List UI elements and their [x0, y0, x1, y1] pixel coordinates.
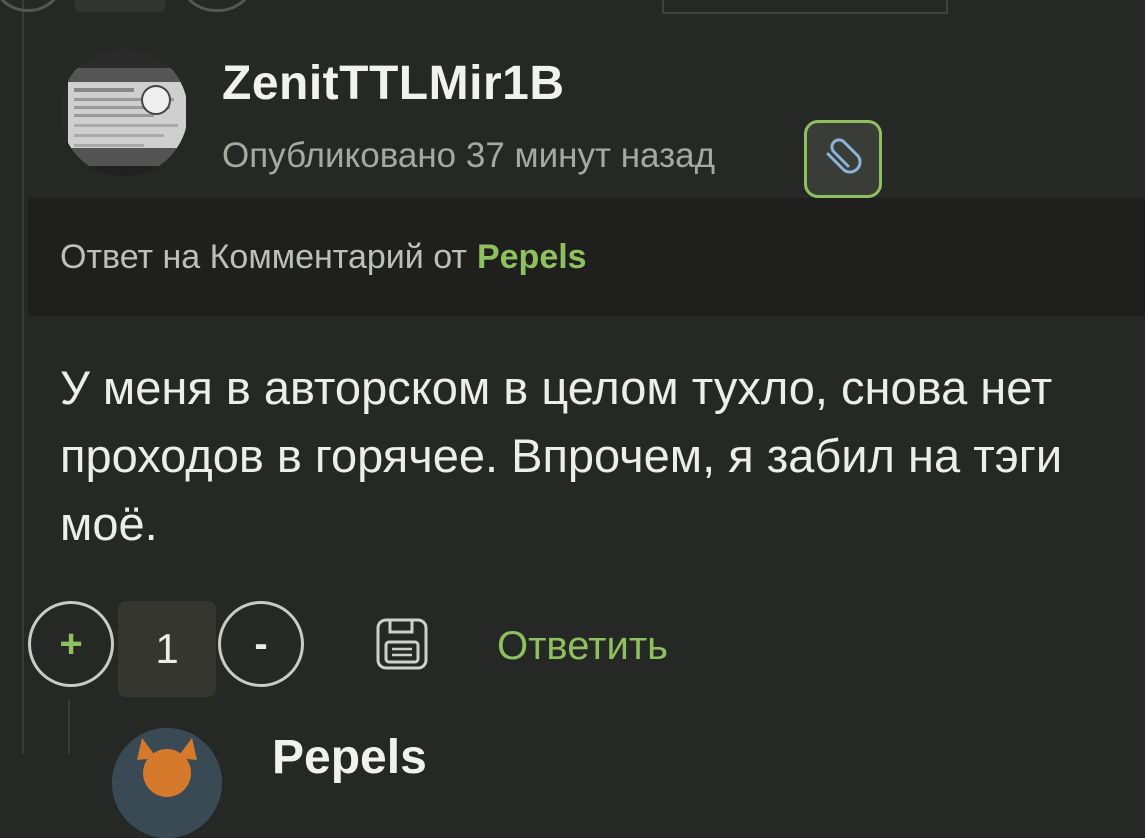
comment-rating: 1 [118, 601, 216, 697]
reply-button[interactable]: Ответить [497, 624, 668, 669]
previous-rating [75, 0, 165, 12]
nested-thread-line [68, 700, 70, 754]
minus-icon: - [254, 621, 268, 666]
thread-line [22, 0, 24, 754]
downvote-button[interactable]: - [218, 601, 304, 687]
attachment-icon [818, 132, 868, 187]
reply-to-prefix: Ответ на Комментарий от [60, 237, 467, 276]
comment-timestamp: Опубликовано 37 минут назад [222, 136, 716, 175]
plus-icon: + [59, 621, 83, 666]
previous-input-box[interactable] [662, 0, 948, 14]
reply-to-author[interactable]: Pepels [477, 238, 587, 277]
next-comment-avatar[interactable] [112, 728, 222, 838]
avatar[interactable] [60, 48, 188, 176]
save-icon [374, 618, 430, 676]
comment-author[interactable]: ZenitTTLMir1B [222, 56, 564, 111]
previous-minus-button[interactable] [176, 0, 258, 12]
comment-text: У меня в авторском в целом тухло, снова … [60, 361, 1063, 550]
reply-to-banner: Ответ на Комментарий от Pepels [28, 198, 1145, 316]
upvote-button[interactable]: + [28, 601, 114, 687]
next-comment-author[interactable]: Pepels [272, 730, 427, 785]
attachment-button[interactable] [804, 120, 882, 198]
previous-plus-button[interactable] [0, 0, 66, 12]
save-button[interactable] [374, 616, 430, 672]
